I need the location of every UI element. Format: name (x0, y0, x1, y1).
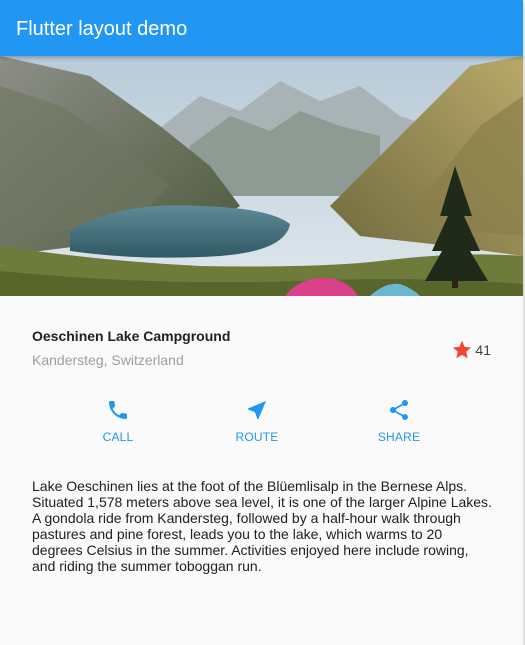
share-icon (390, 400, 408, 420)
phone-icon (109, 401, 127, 419)
rating-count: 41 (475, 342, 491, 358)
star-icon (453, 340, 472, 359)
navigation-icon (248, 401, 266, 419)
mountain-lake-photo (0, 56, 523, 296)
rating: 41 (451, 339, 491, 361)
call-label: CALL (102, 430, 134, 444)
action-buttons: CALL ROUTE SHARE (0, 398, 523, 448)
place-location: Kandersteg, Switzerland (32, 352, 184, 368)
share-button[interactable]: SHARE (359, 398, 439, 448)
call-button[interactable]: CALL (78, 398, 158, 448)
description-text: Lake Oeschinen lies at the foot of the B… (32, 478, 492, 574)
hero-image (0, 56, 523, 296)
place-name: Oeschinen Lake Campground (32, 328, 231, 344)
share-label: SHARE (377, 430, 421, 444)
app-bar: Flutter layout demo (0, 0, 523, 56)
title-section: Oeschinen Lake Campground Kandersteg, Sw… (32, 326, 491, 376)
app-bar-title: Flutter layout demo (16, 18, 188, 40)
route-button[interactable]: ROUTE (217, 398, 297, 448)
route-label: ROUTE (235, 430, 279, 444)
